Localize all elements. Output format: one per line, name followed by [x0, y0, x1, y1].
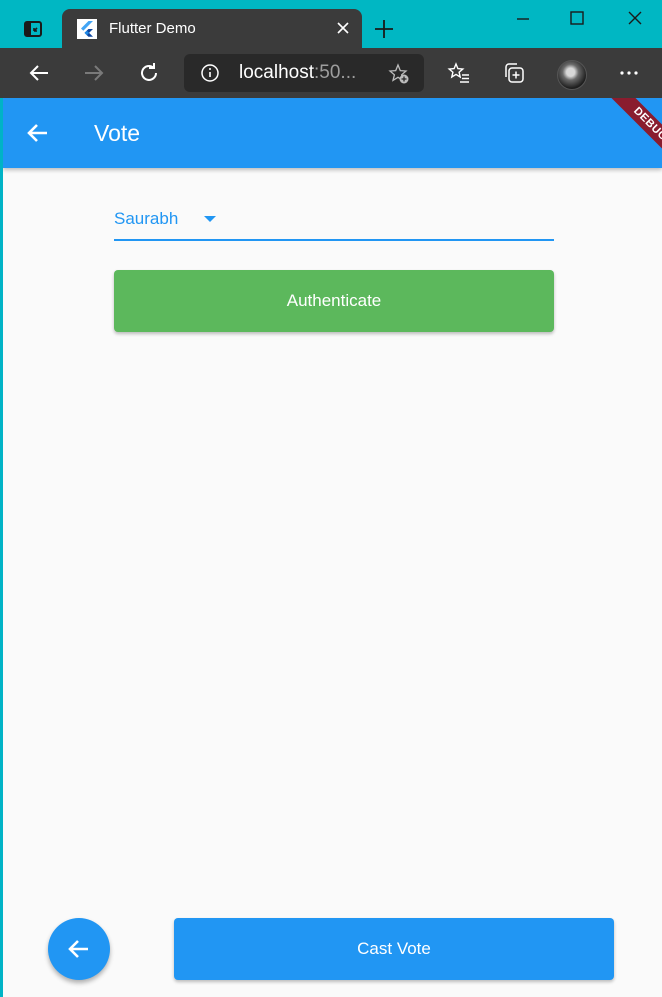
caret-down-icon: [204, 216, 216, 222]
window-titlebar: Flutter Demo: [0, 0, 662, 48]
back-fab[interactable]: [48, 918, 110, 980]
close-icon[interactable]: [334, 19, 352, 37]
dropdown-selected-value: Saurabh: [114, 209, 179, 228]
authenticate-button[interactable]: Authenticate: [114, 270, 554, 332]
flutter-logo-icon: [77, 19, 97, 39]
profile-avatar[interactable]: [557, 60, 587, 90]
app-bar: Vote: [3, 98, 662, 168]
collections-icon[interactable]: [501, 60, 527, 86]
refresh-icon[interactable]: [136, 60, 162, 86]
candidate-dropdown[interactable]: Saurabh: [114, 200, 554, 241]
favorites-list-icon[interactable]: [446, 60, 472, 86]
browser-tab[interactable]: Flutter Demo: [62, 9, 362, 48]
maximize-icon[interactable]: [566, 8, 588, 30]
tab-title: Flutter Demo: [109, 20, 196, 37]
address-bar[interactable]: localhost:50...: [184, 54, 424, 92]
arrow-left-icon[interactable]: [26, 60, 52, 86]
arrow-right-icon[interactable]: [81, 60, 107, 86]
tab-actions-icon[interactable]: [18, 14, 48, 44]
cast-vote-button[interactable]: Cast Vote: [174, 918, 614, 980]
info-icon[interactable]: [200, 63, 220, 83]
url-text: localhost:50...: [239, 62, 357, 83]
app-viewport: Vote DEBUG Saurabh Authenticate Cast Vot…: [3, 98, 662, 997]
page-title: Vote: [94, 120, 141, 146]
browser-toolbar: localhost:50...: [0, 48, 662, 98]
arrow-back-icon: [68, 940, 88, 958]
minimize-icon[interactable]: [512, 8, 534, 30]
window-close-icon[interactable]: [624, 8, 646, 30]
more-horizontal-icon[interactable]: [616, 60, 642, 86]
star-plus-icon[interactable]: [388, 63, 410, 85]
arrow-back-icon[interactable]: [25, 120, 51, 146]
plus-icon[interactable]: [373, 18, 395, 40]
